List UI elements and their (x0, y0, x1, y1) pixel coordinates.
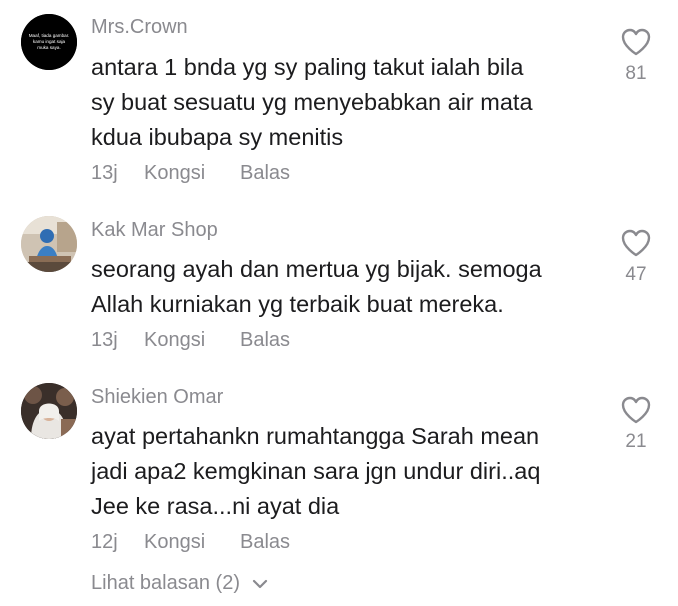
like-button[interactable]: 21 (616, 395, 656, 453)
svg-text:Maaf, tiada gambar.: Maaf, tiada gambar. (29, 33, 70, 38)
like-count: 47 (625, 264, 647, 285)
comment-text: ayat pertahankn rumahtangga Sarah mean j… (91, 423, 541, 519)
share-button[interactable]: Kongsi (144, 329, 205, 352)
share-button[interactable]: Kongsi (144, 531, 205, 554)
svg-text:kamu ingat saja: kamu ingat saja (33, 39, 66, 44)
like-count: 21 (625, 431, 647, 452)
comment-meta: 13j Kongsi Balas (91, 329, 391, 355)
reply-button[interactable]: Balas (240, 531, 290, 554)
comment-username[interactable]: Shiekien Omar (91, 386, 223, 409)
chevron-down-icon (252, 579, 267, 588)
comment-time: 13j (91, 162, 118, 184)
like-button[interactable]: 47 (616, 228, 656, 286)
comment-text: seorang ayah dan mertua yg bijak. semoga… (91, 256, 542, 317)
comment-text: antara 1 bnda yg sy paling takut ialah b… (91, 54, 533, 150)
avatar[interactable] (21, 383, 77, 439)
avatar[interactable]: Maaf, tiada gambar. kamu ingat saja muka… (21, 14, 77, 70)
view-replies-button[interactable]: Lihat balasan (2) (91, 572, 268, 595)
svg-text:muka saya.: muka saya. (37, 45, 61, 50)
reply-button[interactable]: Balas (240, 329, 290, 352)
avatar[interactable] (21, 216, 77, 272)
comment-meta: 13j Kongsi Balas (91, 162, 391, 188)
view-replies-label: Lihat balasan (2) (91, 572, 240, 594)
avatar-photo (21, 216, 77, 272)
comment-time: 12j (91, 531, 118, 553)
heart-outline-icon (621, 28, 651, 56)
heart-outline-icon (621, 396, 651, 424)
like-button[interactable]: 81 (616, 27, 656, 85)
comment-meta: 12j Kongsi Balas (91, 531, 391, 557)
avatar-photo (21, 383, 77, 439)
like-count: 81 (625, 63, 647, 84)
share-button[interactable]: Kongsi (144, 162, 205, 185)
reply-button[interactable]: Balas (240, 162, 290, 185)
comment-list: Maaf, tiada gambar. kamu ingat saja muka… (0, 0, 678, 606)
comment-username[interactable]: Kak Mar Shop (91, 219, 218, 242)
comment-time: 13j (91, 329, 118, 351)
avatar-text-image: Maaf, tiada gambar. kamu ingat saja muka… (21, 14, 77, 70)
comment-username[interactable]: Mrs.Crown (91, 16, 188, 39)
heart-outline-icon (621, 229, 651, 257)
